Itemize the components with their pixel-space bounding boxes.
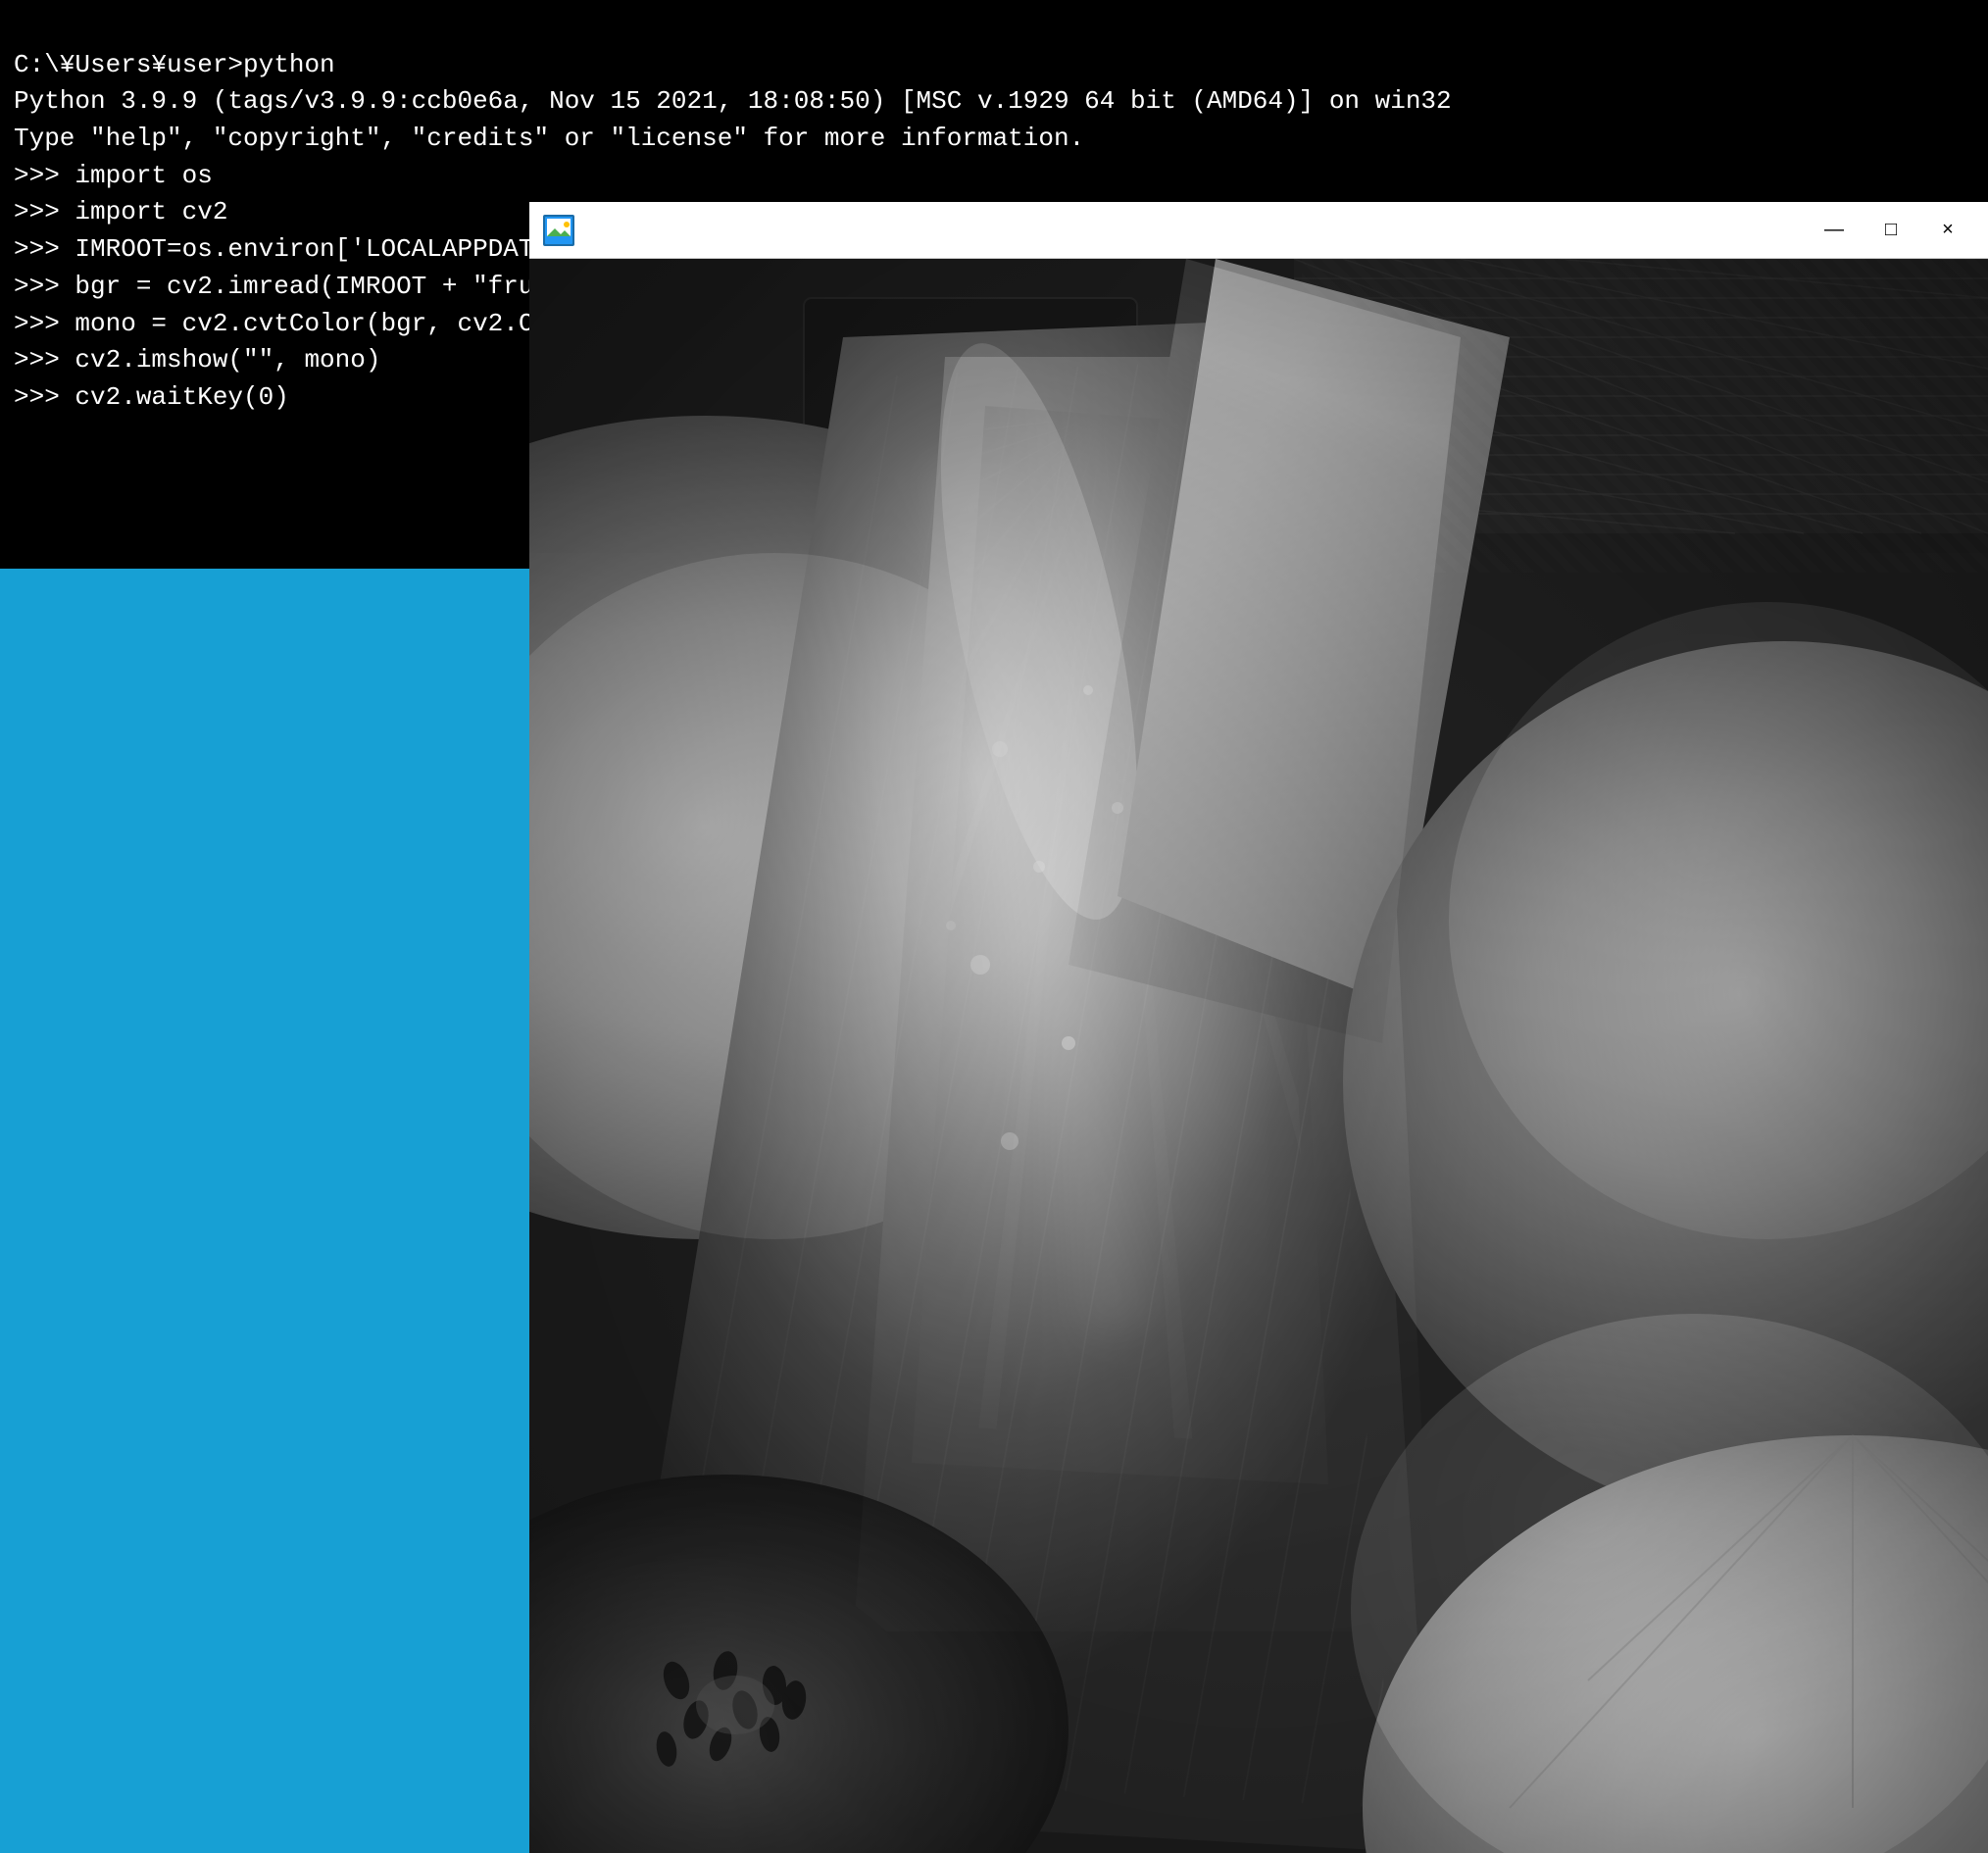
cv2-image-content — [529, 259, 1988, 1853]
blue-background-area — [0, 569, 529, 1853]
cv2-titlebar: — □ × — [529, 202, 1988, 259]
minimize-button[interactable]: — — [1808, 211, 1861, 250]
close-button[interactable]: × — [1921, 211, 1974, 250]
image-svg-overlay — [529, 259, 1988, 1853]
cv2-image-window[interactable]: — □ × — [529, 202, 1988, 1853]
cv2-window-icon — [543, 215, 574, 246]
fruits-grayscale-image — [529, 259, 1988, 1853]
restore-button[interactable]: □ — [1864, 211, 1917, 250]
terminal-window[interactable]: C:\¥Users¥user>python Python 3.9.9 (tags… — [0, 0, 529, 569]
window-controls: — □ × — [1808, 211, 1974, 250]
